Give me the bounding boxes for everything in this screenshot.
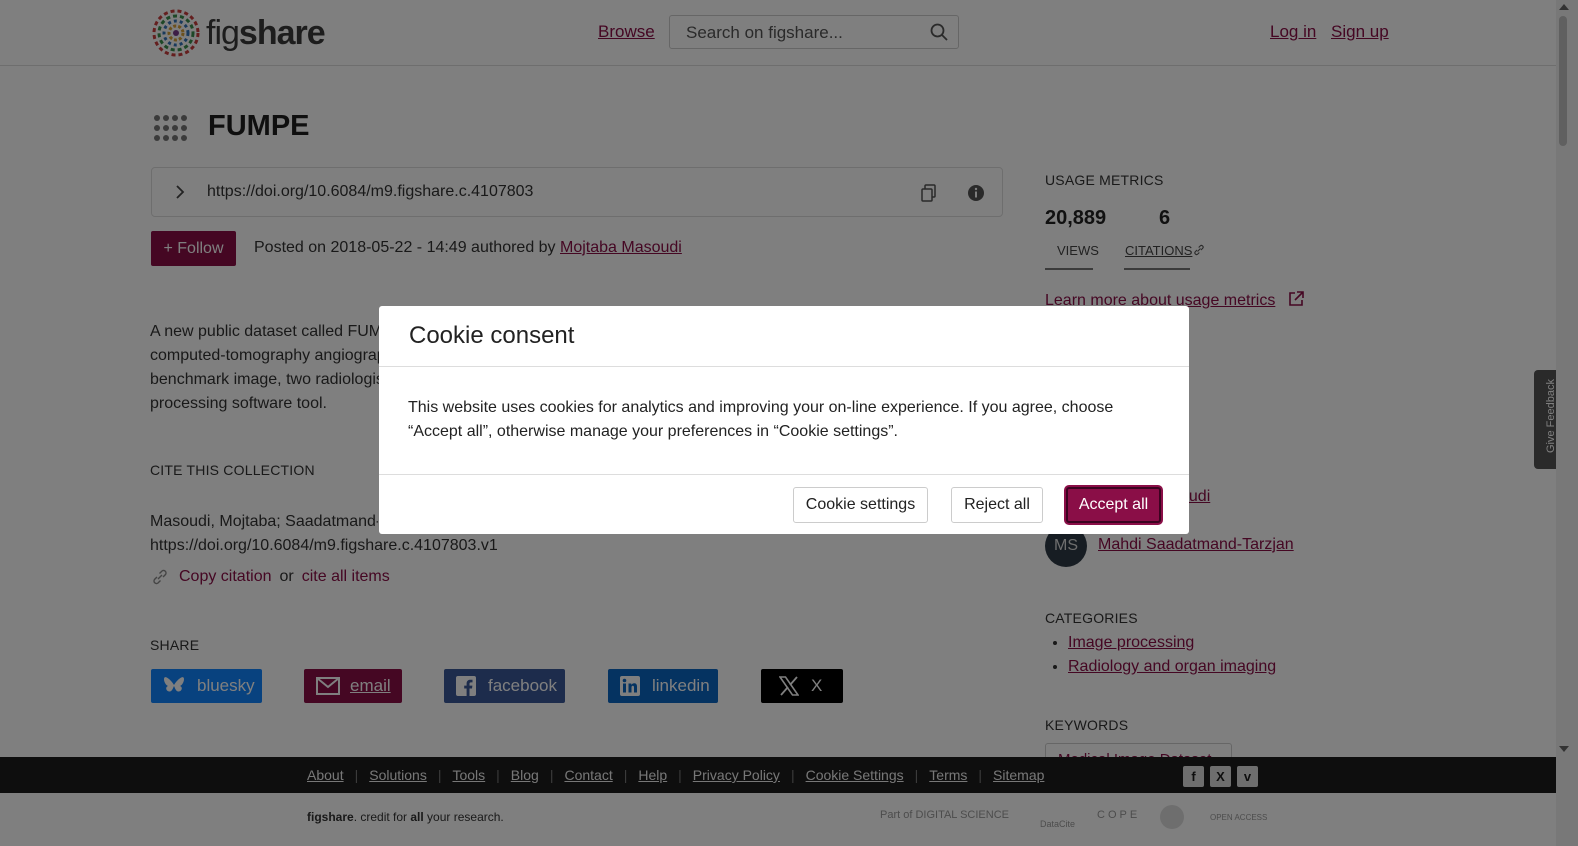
divider bbox=[379, 474, 1189, 475]
dialog-title: Cookie consent bbox=[409, 322, 575, 349]
reject-all-button[interactable]: Reject all bbox=[951, 487, 1043, 523]
accept-all-button[interactable]: Accept all bbox=[1066, 487, 1161, 523]
cookie-settings-button[interactable]: Cookie settings bbox=[793, 487, 928, 523]
dialog-body: This website uses cookies for analytics … bbox=[408, 399, 1114, 440]
divider bbox=[379, 366, 1189, 367]
cookie-consent-dialog: Cookie consent This website uses cookies… bbox=[379, 306, 1189, 534]
